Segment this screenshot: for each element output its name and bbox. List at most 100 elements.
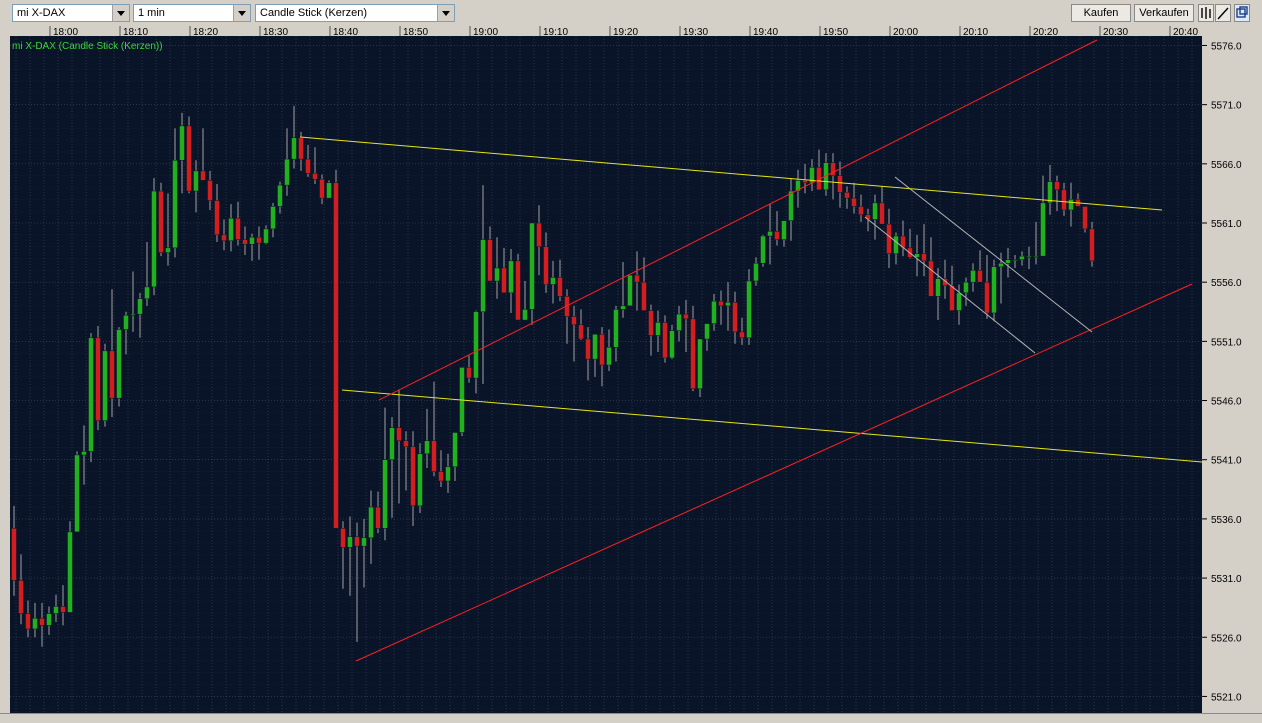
candle-body (775, 231, 780, 239)
buy-button[interactable]: Kaufen (1071, 4, 1131, 22)
candle-body (621, 306, 626, 310)
candle-body (68, 532, 73, 612)
candle-body (698, 339, 703, 389)
y-tick-label: 5561.0 (1211, 219, 1242, 230)
candle-body (257, 237, 262, 243)
x-tick-label: 20:00 (893, 27, 918, 38)
chart-type-select[interactable]: Candle Stick (Kerzen) (255, 4, 455, 22)
draw-line-icon[interactable] (1215, 4, 1231, 22)
x-tick-label: 19:10 (543, 27, 568, 38)
x-tick-label: 18:20 (193, 27, 218, 38)
candle-body (124, 315, 129, 329)
chart-area[interactable]: 18:0018:1018:2018:3018:4018:5019:0019:10… (0, 26, 1262, 722)
candle-style-icon[interactable] (1198, 4, 1214, 22)
candle-body (502, 268, 507, 293)
candle-body (670, 331, 675, 358)
candlestick-chart[interactable]: 18:0018:1018:2018:3018:4018:5019:0019:10… (0, 26, 1262, 713)
candle-body (649, 311, 654, 336)
window-icon[interactable] (1234, 4, 1250, 22)
candle-body (992, 267, 997, 313)
candle-body (600, 334, 605, 365)
candle-body (96, 338, 101, 421)
candle-body (838, 176, 843, 193)
chevron-down-icon[interactable] (437, 5, 454, 21)
candle-body (40, 618, 45, 625)
y-tick-label: 5576.0 (1211, 41, 1242, 52)
candle-body (152, 191, 157, 287)
candle-body (1069, 199, 1074, 210)
candle-body (1055, 182, 1060, 190)
y-tick-label: 5551.0 (1211, 337, 1242, 348)
x-tick-label: 19:00 (473, 27, 498, 38)
candle-body (537, 223, 542, 247)
y-tick-label: 5521.0 (1211, 692, 1242, 703)
x-tick-label: 18:30 (263, 27, 288, 38)
interval-value: 1 min (138, 7, 165, 19)
candle-body (131, 314, 136, 315)
candle-body (635, 275, 640, 282)
candle-body (236, 218, 241, 239)
candle-body (964, 282, 969, 293)
candle-body (173, 160, 178, 248)
candle-body (684, 314, 689, 319)
interval-select[interactable]: 1 min (133, 4, 251, 22)
candle-body (712, 301, 717, 323)
candle-body (761, 236, 766, 263)
candle-body (390, 428, 395, 460)
candle-body (719, 301, 724, 306)
candle-body (523, 309, 528, 320)
candle-body (852, 198, 857, 206)
chevron-down-icon[interactable] (233, 5, 250, 21)
candle-body (453, 432, 458, 466)
candle-body (474, 312, 479, 378)
candle-body (999, 263, 1004, 267)
candle-body (376, 507, 381, 528)
candle-body (733, 302, 738, 332)
x-tick-label: 19:50 (823, 27, 848, 38)
candle-body (873, 203, 878, 220)
candle-body (166, 248, 171, 253)
y-tick-label: 5541.0 (1211, 456, 1242, 467)
x-tick-label: 18:10 (123, 27, 148, 38)
candle-body (355, 537, 360, 546)
candle-body (859, 206, 864, 214)
sell-button[interactable]: Verkaufen (1134, 4, 1194, 22)
x-tick-label: 20:10 (963, 27, 988, 38)
candle-body (264, 229, 269, 243)
candle-body (33, 618, 38, 629)
candle-body (481, 240, 486, 312)
candle-body (614, 309, 619, 347)
candle-body (642, 282, 647, 310)
y-tick-label: 5526.0 (1211, 633, 1242, 644)
candle-body (705, 324, 710, 339)
candle-body (299, 138, 304, 159)
candle-body (432, 441, 437, 472)
candle-body (1027, 256, 1032, 257)
time-axis (0, 26, 1202, 36)
candle-body (369, 507, 374, 538)
candle-body (978, 270, 983, 282)
x-tick-label: 20:40 (1173, 27, 1198, 38)
candle-body (362, 538, 367, 546)
candle-body (866, 215, 871, 220)
candle-body (425, 441, 430, 454)
candle-body (663, 322, 668, 358)
candle-body (145, 287, 150, 299)
candle-body (985, 282, 990, 313)
candle-body (1020, 256, 1025, 260)
candle-body (768, 231, 773, 236)
y-tick-label: 5566.0 (1211, 160, 1242, 171)
candle-body (691, 319, 696, 389)
candle-body (278, 185, 283, 206)
candle-body (334, 183, 339, 529)
chart-type-value: Candle Stick (Kerzen) (260, 7, 367, 19)
instrument-select[interactable]: mi X-DAX (12, 4, 130, 22)
candle-body (586, 339, 591, 359)
chevron-down-icon[interactable] (112, 5, 129, 21)
candle-body (551, 277, 556, 284)
candle-body (1006, 260, 1011, 264)
candle-body (285, 159, 290, 185)
candle-body (75, 455, 80, 532)
candle-body (180, 126, 185, 160)
candle-body (516, 261, 521, 320)
